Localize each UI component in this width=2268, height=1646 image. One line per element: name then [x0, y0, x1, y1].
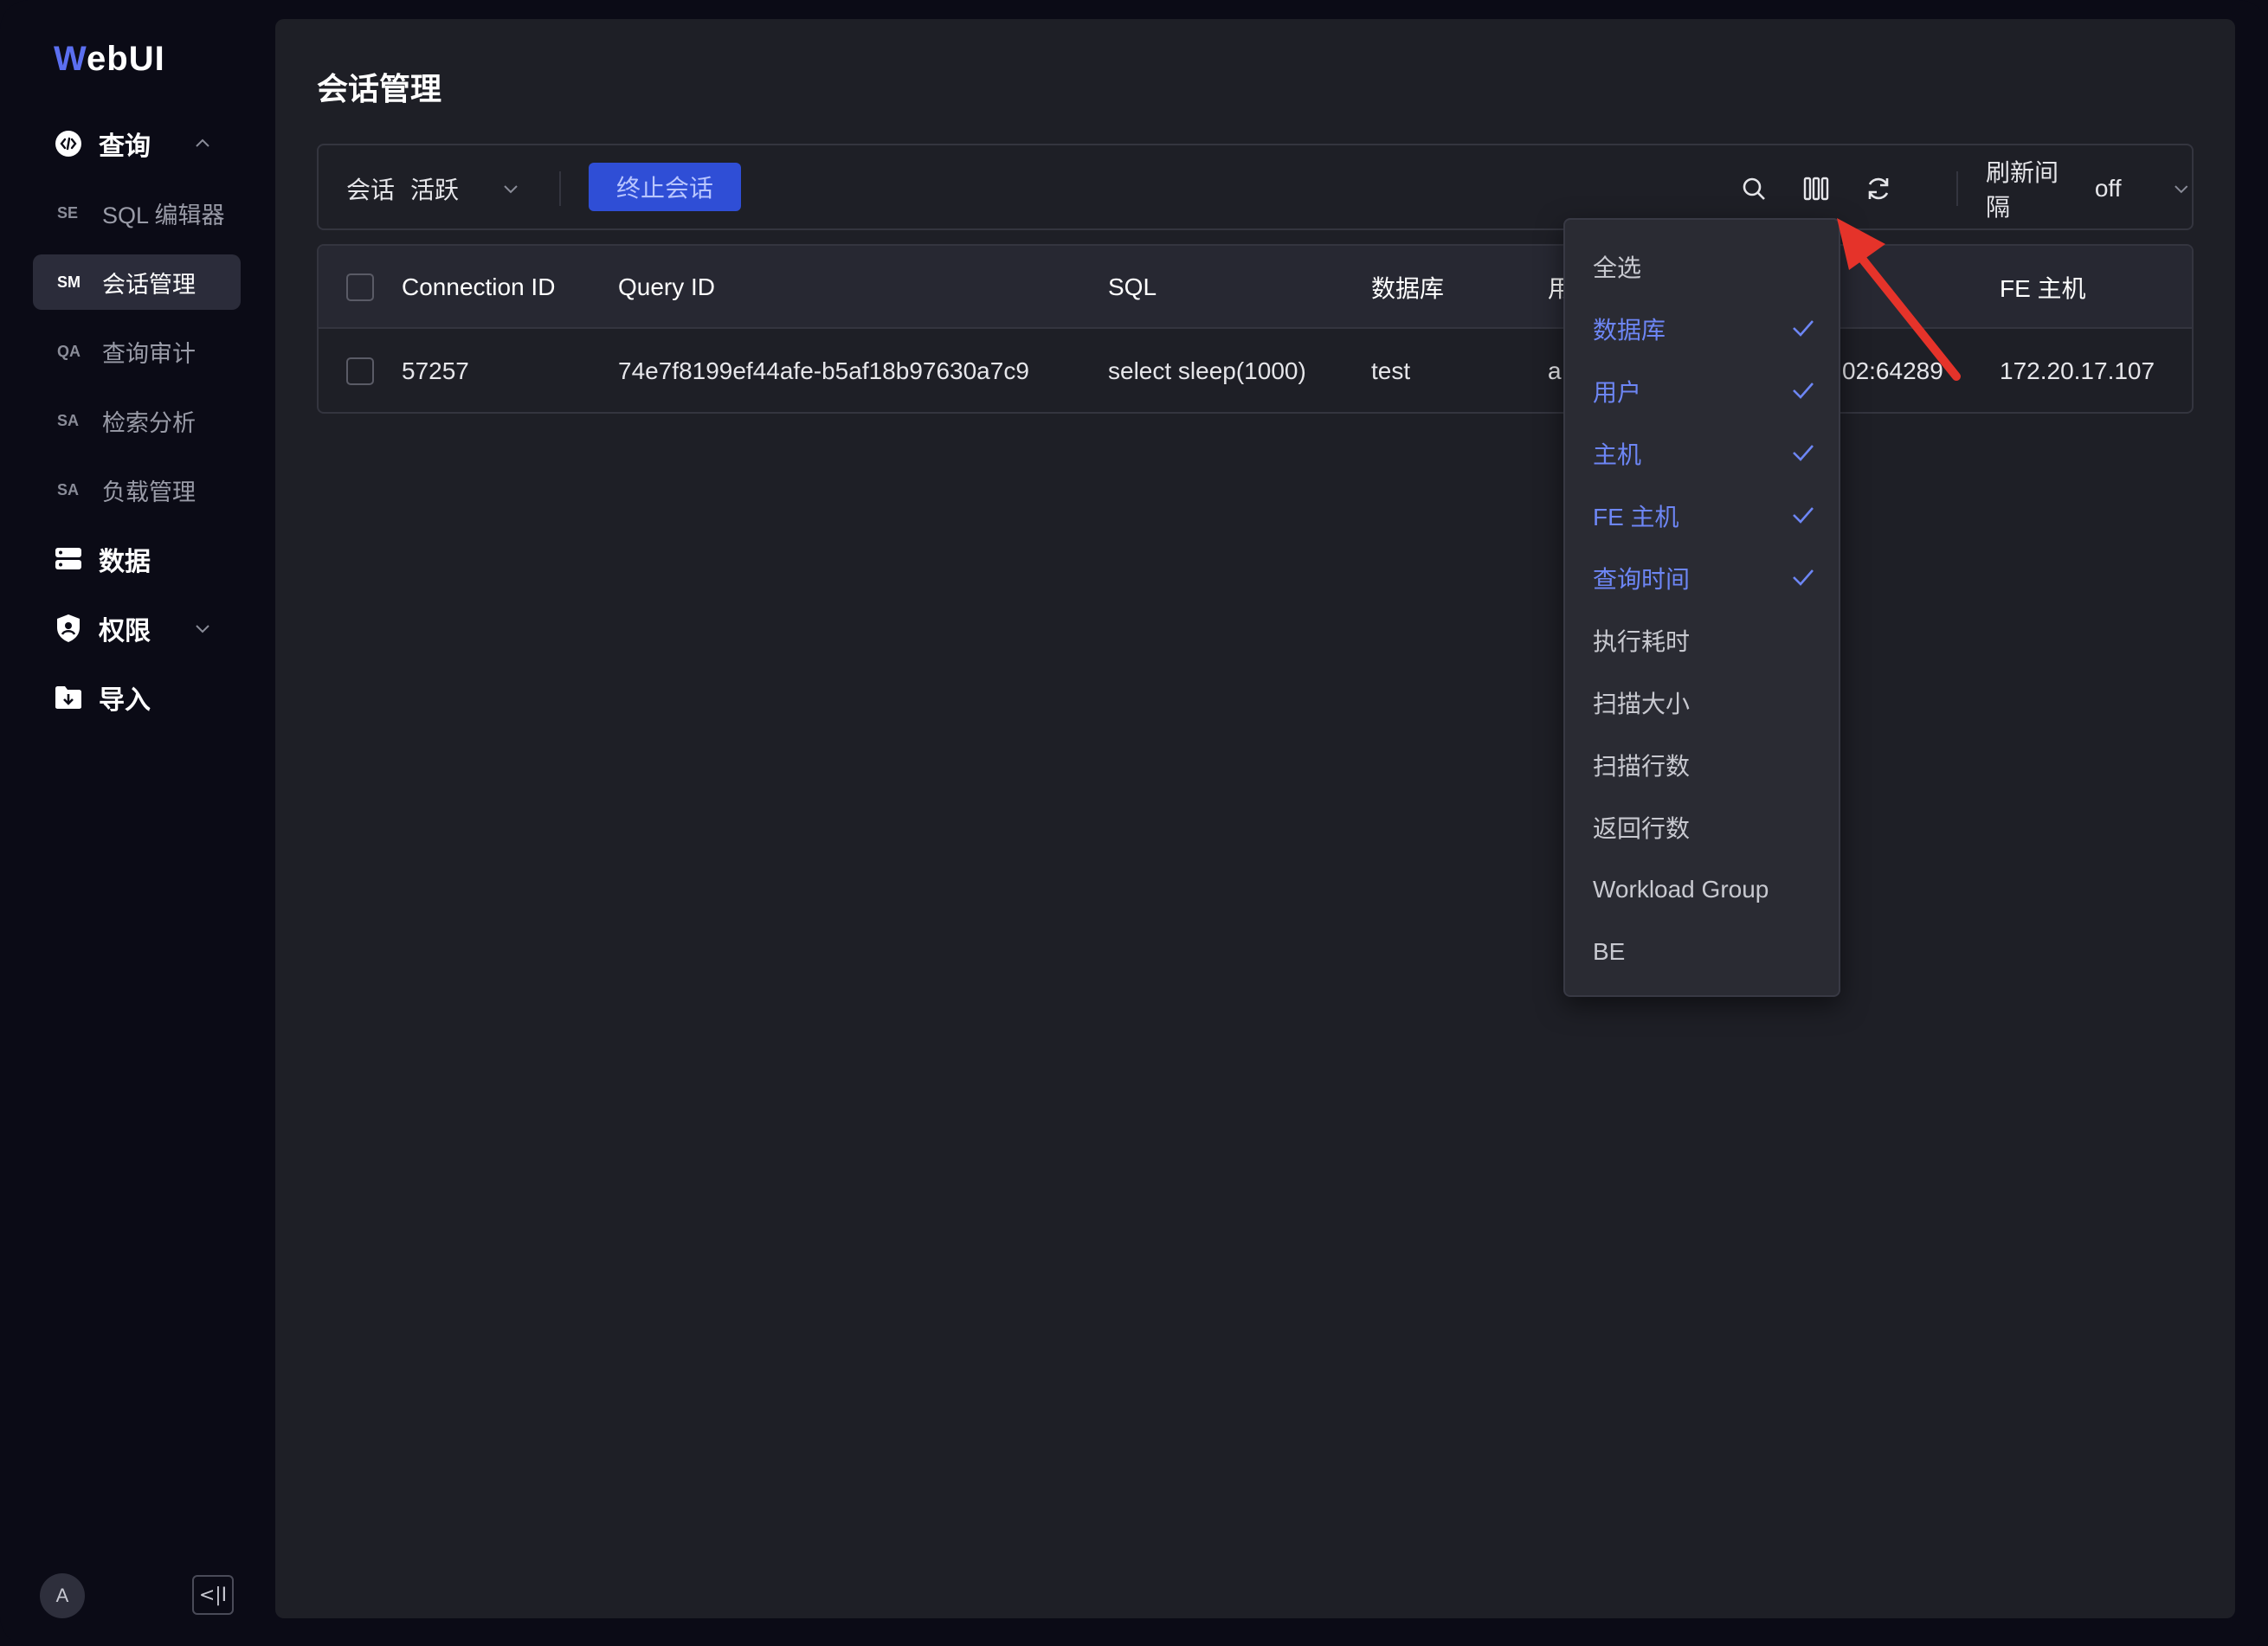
sidebar-item-search-analysis[interactable]: SA 检索分析 [33, 393, 241, 448]
chevron-down-icon[interactable] [192, 618, 213, 639]
check-icon [1793, 445, 1814, 461]
divider [559, 171, 561, 206]
column-option-database[interactable]: 数据库 [1593, 305, 1827, 353]
chevron-up-icon[interactable] [192, 133, 213, 154]
column-settings-dropdown: 全选 数据库 用户 主机 FE 主机 查询时间 执行耗时 扫描大小 扫描行数 返… [1563, 218, 1840, 997]
sidebar-item-session-management[interactable]: SM 会话管理 [33, 254, 241, 310]
session-filter-select[interactable]: 会话 活跃 [346, 171, 521, 206]
option-label: 查询时间 [1593, 566, 1691, 593]
option-label: 用户 [1593, 379, 1642, 406]
column-option-host[interactable]: 主机 [1593, 429, 1827, 478]
column-option-scan-size[interactable]: 扫描大小 [1593, 678, 1827, 727]
collapse-sidebar-button[interactable]: <|I [192, 1575, 234, 1615]
column-header[interactable]: 数据库 [1371, 246, 1444, 329]
code-icon [54, 129, 83, 158]
nav-group-label: 数据 [99, 548, 151, 576]
avatar[interactable]: A [40, 1573, 85, 1618]
item-abbr: SE [57, 203, 79, 222]
table-cell: 172.20.17.107 [2000, 357, 2155, 384]
option-label: 全选 [1593, 254, 1642, 281]
option-label: 扫描行数 [1593, 753, 1691, 780]
table-cell: test [1371, 357, 1411, 384]
shield-icon [54, 614, 83, 643]
chevron-down-icon [504, 185, 518, 194]
check-icon [1793, 320, 1814, 337]
column-header[interactable]: Query ID [618, 246, 715, 329]
item-abbr: QA [57, 342, 81, 360]
column-option-workload-group[interactable]: Workload Group [1593, 865, 1827, 914]
column-option-query-time[interactable]: 查询时间 [1593, 554, 1827, 602]
item-label: 会话管理 [102, 271, 196, 298]
table-cell: 57257 [402, 357, 469, 384]
page-title: 会话管理 [317, 71, 442, 106]
refresh-interval-label: 刷新间隔 [1986, 159, 2059, 221]
option-label: BE [1593, 938, 1626, 965]
column-header[interactable]: FE 主机 [2000, 246, 2086, 329]
column-option-user[interactable]: 用户 [1593, 367, 1827, 415]
item-abbr: SA [57, 480, 80, 498]
sidebar-item-workload-management[interactable]: SA 负载管理 [33, 462, 241, 518]
sidebar-item-query-audit[interactable]: QA 查询审计 [33, 324, 241, 379]
column-header[interactable]: SQL [1108, 246, 1157, 329]
nav-group-data[interactable]: 数据 [33, 531, 241, 587]
option-label: 返回行数 [1593, 815, 1691, 842]
column-option-be[interactable]: BE [1593, 928, 1827, 976]
nav-group-query[interactable]: 查询 [33, 116, 241, 171]
logo-mark: W [54, 40, 87, 78]
column-option-scan-rows[interactable]: 扫描行数 [1593, 741, 1827, 789]
table-cell: a [1548, 357, 1562, 384]
column-header[interactable]: Connection ID [402, 246, 555, 329]
check-icon [1793, 383, 1814, 399]
refresh-interval-select[interactable]: 刷新间隔 off [1986, 159, 2192, 221]
option-label: 执行耗时 [1593, 628, 1691, 655]
column-option-select-all[interactable]: 全选 [1593, 242, 1827, 291]
option-label: Workload Group [1593, 876, 1769, 903]
refresh-interval-value: off [2094, 175, 2122, 202]
item-abbr: SM [57, 273, 81, 291]
item-label: 查询审计 [102, 340, 196, 367]
chevron-down-icon [2175, 185, 2188, 194]
nav-group-label: 导入 [99, 686, 151, 715]
table-cell: 74e7f8199ef44afe-b5af18b97630a7c9 [618, 357, 1029, 384]
session-filter-value: 活跃 [410, 177, 460, 203]
column-option-return-rows[interactable]: 返回行数 [1593, 803, 1827, 852]
nav-group-label: 权限 [99, 617, 151, 646]
check-icon [1793, 507, 1814, 524]
logo-text: ebUI [87, 40, 165, 78]
item-label: 负载管理 [102, 479, 196, 505]
sidebar: WebUI 查询 SE SQL 编辑器 SM 会话管理 QA 查询审计 SA 检… [0, 0, 260, 1646]
column-option-fe-host[interactable]: FE 主机 [1593, 492, 1827, 540]
sidebar-item-sql-editor[interactable]: SE SQL 编辑器 [33, 185, 241, 241]
app-logo[interactable]: WebUI [54, 40, 165, 79]
check-icon [1793, 569, 1814, 586]
select-all-checkbox[interactable] [346, 246, 374, 329]
item-label: SQL 编辑器 [102, 202, 225, 228]
column-option-exec-time[interactable]: 执行耗时 [1593, 616, 1827, 665]
session-filter-label: 会话 [346, 177, 396, 203]
import-icon [54, 683, 83, 712]
option-label: 数据库 [1593, 317, 1666, 344]
app-window: WebUI 查询 SE SQL 编辑器 SM 会话管理 QA 查询审计 SA 检… [0, 0, 2268, 1646]
row-checkbox[interactable] [346, 329, 374, 412]
option-label: FE 主机 [1593, 504, 1679, 530]
kill-session-button[interactable]: 终止会话 [589, 163, 741, 211]
item-abbr: SA [57, 411, 80, 429]
annotation-arrow-icon [1837, 218, 1961, 381]
table-cell: select sleep(1000) [1108, 357, 1306, 384]
item-label: 检索分析 [102, 409, 196, 436]
nav-group-permissions[interactable]: 权限 [33, 601, 241, 656]
option-label: 主机 [1593, 441, 1642, 468]
database-icon [54, 544, 83, 574]
search-icon[interactable] [1738, 173, 1769, 204]
option-label: 扫描大小 [1593, 691, 1691, 717]
nav-group-import[interactable]: 导入 [33, 670, 241, 725]
nav-group-label: 查询 [99, 132, 151, 161]
